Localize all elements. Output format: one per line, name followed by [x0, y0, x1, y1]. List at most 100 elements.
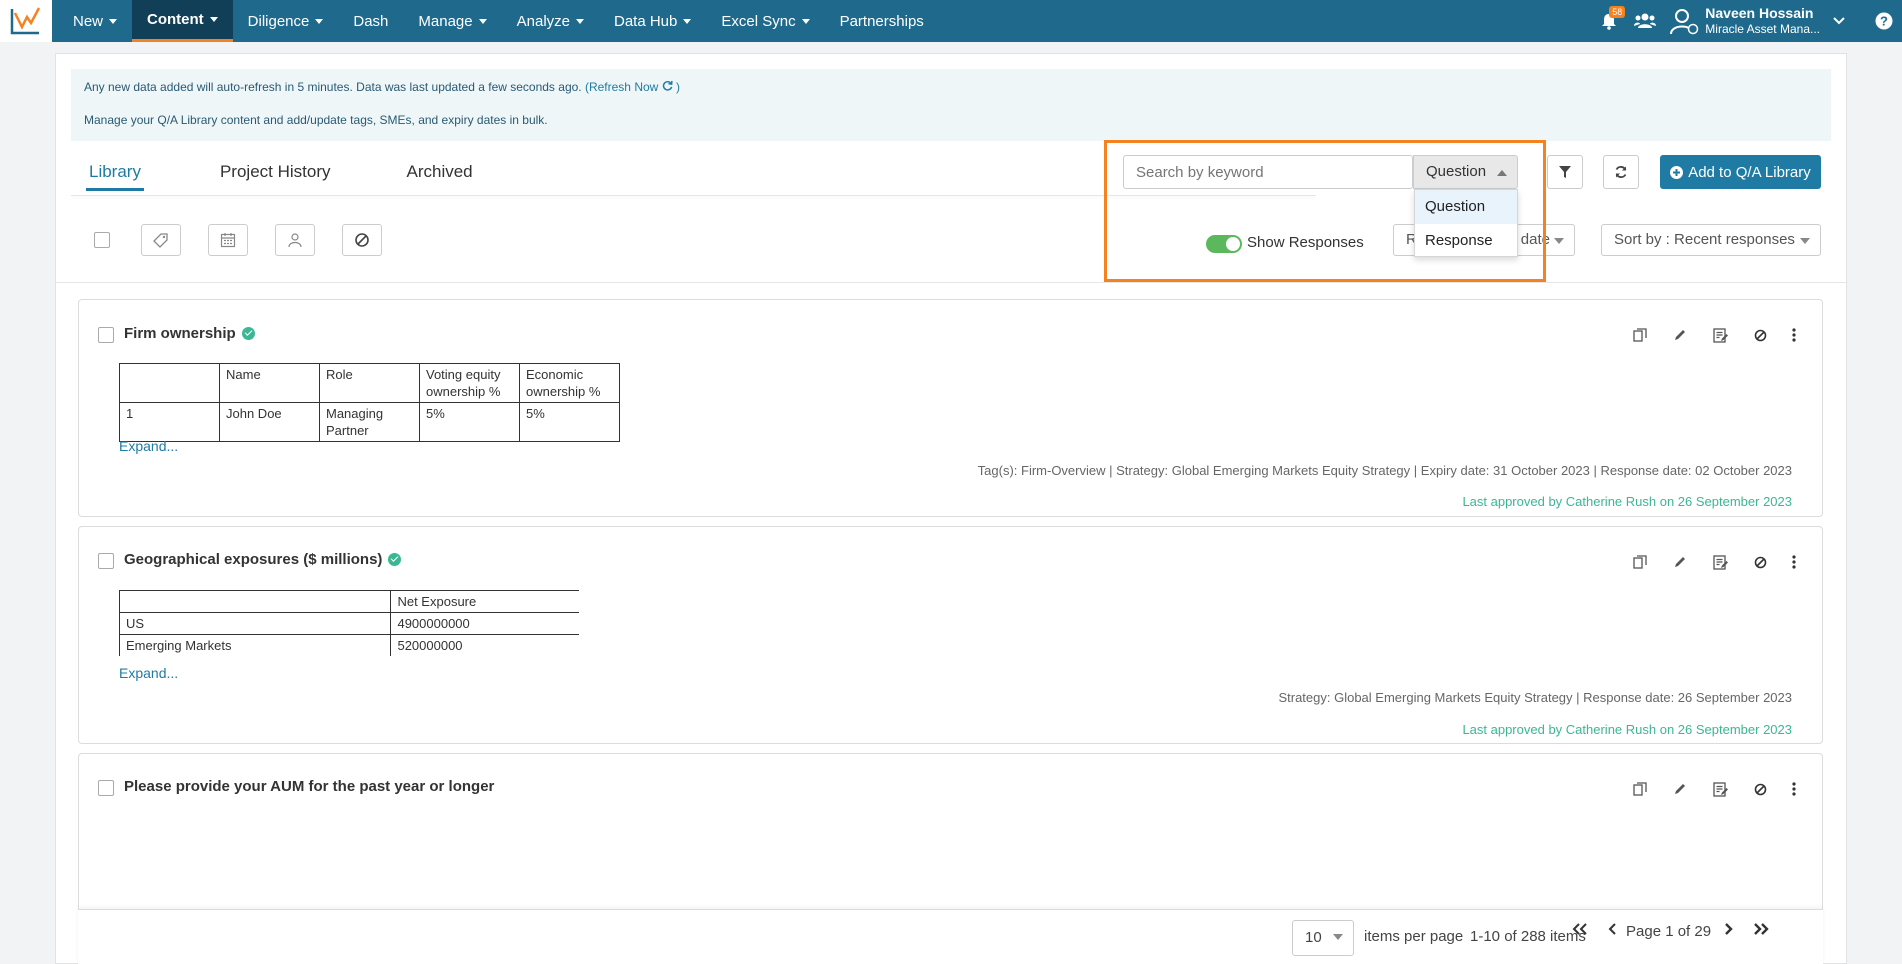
caret-down-icon: [1333, 934, 1343, 940]
page-navigation: Page 1 of 29: [1570, 922, 1771, 941]
last-page-icon[interactable]: [1751, 922, 1771, 941]
card-checkbox[interactable]: [98, 780, 114, 796]
card-checkbox[interactable]: [98, 327, 114, 343]
auto-refresh-text: Any new data added will auto-refresh in …: [84, 80, 582, 94]
select-all-checkbox[interactable]: [94, 232, 110, 248]
first-page-icon[interactable]: [1570, 922, 1590, 941]
table-cell: Net Exposure: [390, 590, 579, 613]
notifications-bell-icon[interactable]: 58: [1591, 0, 1627, 42]
more-options-icon[interactable]: [1791, 780, 1797, 798]
nav-item-dash[interactable]: Dash: [338, 0, 403, 42]
table-cell: 520000000: [390, 634, 579, 656]
nav-item-excel-sync[interactable]: Excel Sync: [706, 0, 824, 42]
tab-project-history[interactable]: Project History: [220, 162, 331, 191]
table-cell: [119, 363, 220, 403]
user-name: Naveen Hossain: [1705, 5, 1814, 21]
items-range-text: 1-10 of 288 items: [1470, 928, 1586, 945]
table-cell: Voting equity ownership %: [419, 363, 520, 403]
qa-card: Geographical exposures ($ millions) Net …: [78, 526, 1823, 744]
copy-icon[interactable]: [1631, 780, 1649, 798]
info-banner: Any new data added will auto-refresh in …: [71, 69, 1831, 141]
edit-response-icon[interactable]: [1711, 553, 1729, 571]
card-title[interactable]: Please provide your AUM for the past yea…: [124, 778, 494, 795]
items-per-page-label: items per page: [1364, 928, 1464, 945]
table-cell: Economic ownership %: [519, 363, 620, 403]
expand-link[interactable]: Expand...: [119, 438, 178, 454]
search-input[interactable]: [1123, 155, 1413, 189]
tag-button[interactable]: [141, 224, 181, 256]
edit-pencil-icon[interactable]: [1671, 780, 1689, 798]
card-title[interactable]: Firm ownership: [124, 325, 255, 342]
help-icon[interactable]: ?: [1866, 0, 1902, 42]
card-meta: Tag(s): Firm-Overview | Strategy: Global…: [977, 463, 1792, 478]
notification-count-badge: 58: [1609, 6, 1626, 18]
ban-icon: [355, 233, 369, 247]
response-table-clip: Net Exposure US 4900000000 Emerging Markets…: [119, 590, 579, 656]
refresh-now-link[interactable]: (Refresh Now ): [585, 80, 680, 94]
plus-circle-icon: [1670, 165, 1684, 179]
next-page-icon[interactable]: [1723, 922, 1733, 941]
caret-down-icon: [801, 18, 810, 24]
nav-item-new[interactable]: New: [58, 0, 132, 42]
more-options-icon[interactable]: [1791, 553, 1797, 571]
card-title[interactable]: Geographical exposures ($ millions): [124, 551, 402, 568]
ban-icon[interactable]: [1751, 780, 1769, 798]
expand-link[interactable]: Expand...: [119, 665, 178, 681]
app-logo[interactable]: [0, 0, 52, 42]
copy-icon[interactable]: [1631, 553, 1649, 571]
tab-archived[interactable]: Archived: [407, 162, 473, 191]
copy-icon[interactable]: [1631, 326, 1649, 344]
sort-by-select[interactable]: Sort by : Recent responses: [1601, 224, 1821, 256]
ban-icon[interactable]: [1751, 553, 1769, 571]
assign-sme-button[interactable]: [275, 224, 315, 256]
nav-item-diligence[interactable]: Diligence: [233, 0, 339, 42]
edit-pencil-icon[interactable]: [1671, 553, 1689, 571]
add-to-library-button[interactable]: Add to Q/A Library: [1660, 155, 1821, 189]
table-row: Net Exposure: [119, 590, 579, 613]
table-cell: Managing Partner: [319, 402, 420, 442]
nav-item-manage[interactable]: Manage: [403, 0, 501, 42]
previous-page-icon[interactable]: [1608, 922, 1618, 941]
tabs-divider: [71, 195, 1316, 196]
items-per-page-select[interactable]: 10: [1292, 920, 1354, 956]
caret-down-icon: [315, 18, 324, 24]
search-type-select[interactable]: Question: [1413, 155, 1518, 189]
table-row: Emerging Markets 520000000: [119, 634, 579, 656]
nav-item-content[interactable]: Content: [132, 0, 233, 42]
search-type-dropdown: Question Response: [1414, 189, 1518, 257]
show-responses-label: Show Responses: [1247, 234, 1364, 251]
show-responses-toggle[interactable]: [1206, 235, 1242, 253]
refresh-button[interactable]: [1603, 155, 1639, 189]
table-cell: Name: [219, 363, 320, 403]
more-options-icon[interactable]: [1791, 326, 1797, 344]
archive-button[interactable]: [342, 224, 382, 256]
response-table: Name Role Voting equity ownership % Economi…: [119, 363, 620, 442]
edit-response-icon[interactable]: [1711, 780, 1729, 798]
ban-icon[interactable]: [1751, 326, 1769, 344]
edit-response-icon[interactable]: [1711, 326, 1729, 344]
user-avatar-icon: [1670, 9, 1699, 35]
expiry-date-button[interactable]: [208, 224, 248, 256]
verified-check-icon: [388, 553, 402, 566]
team-users-icon[interactable]: [1627, 0, 1663, 42]
filter-icon: [1559, 166, 1571, 178]
filter-button[interactable]: [1547, 155, 1583, 189]
svg-text:?: ?: [1880, 14, 1888, 29]
table-row: US 4900000000: [119, 612, 579, 635]
card-checkbox[interactable]: [98, 553, 114, 569]
nav-item-analyze[interactable]: Analyze: [502, 0, 599, 42]
table-row: 1 John Doe Managing Partner 5% 5%: [119, 402, 620, 442]
main-nav: New Content Diligence Dash Manage Analyze Data…: [58, 0, 939, 42]
table-cell: 5%: [419, 402, 520, 442]
table-cell: 5%: [519, 402, 620, 442]
table-cell: Emerging Markets: [119, 634, 392, 656]
nav-item-partnerships[interactable]: Partnerships: [825, 0, 939, 42]
nav-item-data-hub[interactable]: Data Hub: [599, 0, 706, 42]
search-type-option-question[interactable]: Question: [1415, 190, 1517, 224]
table-cell: 1: [119, 402, 220, 442]
search-type-option-response[interactable]: Response: [1415, 224, 1517, 258]
page-indicator: Page 1 of 29: [1626, 923, 1712, 940]
tab-library[interactable]: Library: [86, 162, 144, 191]
user-menu[interactable]: Naveen Hossain Miracle Asset Mana...: [1669, 5, 1846, 37]
edit-pencil-icon[interactable]: [1671, 326, 1689, 344]
